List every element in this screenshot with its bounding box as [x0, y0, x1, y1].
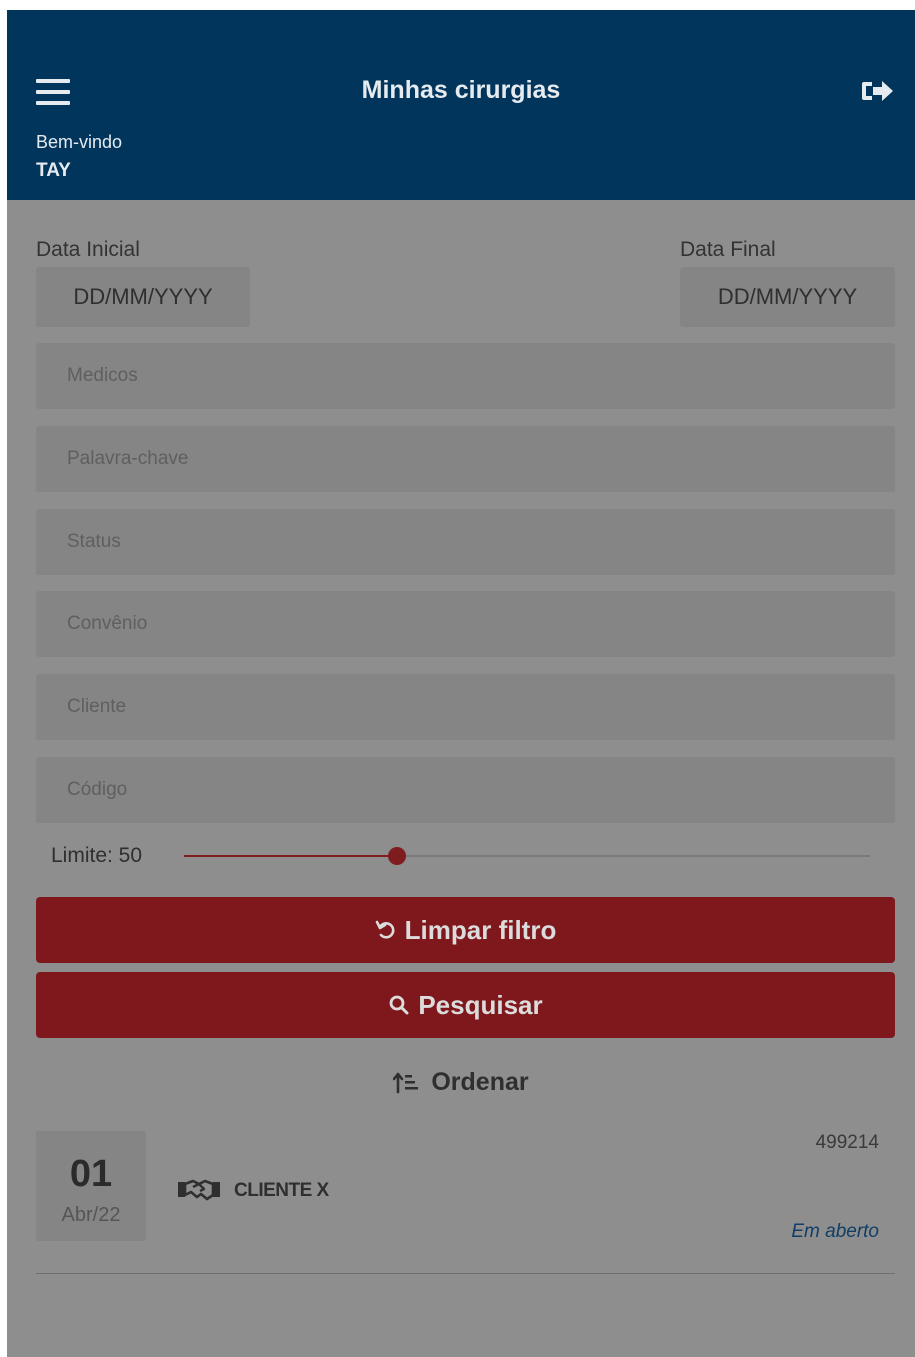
- medicos-input[interactable]: Medicos: [36, 343, 895, 409]
- limit-slider-fill: [184, 855, 397, 857]
- order-button[interactable]: Ordenar: [7, 1068, 915, 1097]
- logout-icon[interactable]: [861, 78, 895, 104]
- handshake-icon: [177, 1178, 221, 1207]
- username: TAY: [36, 160, 71, 181]
- keyword-input[interactable]: Palavra-chave: [36, 426, 895, 492]
- status-select[interactable]: Status: [36, 509, 895, 575]
- date-start-input[interactable]: DD/MM/YYYY: [36, 267, 250, 327]
- date-end-input[interactable]: DD/MM/YYYY: [680, 267, 895, 327]
- search-button[interactable]: Pesquisar: [36, 972, 895, 1038]
- sort-icon: [393, 1072, 419, 1094]
- welcome-text: Bem-vindo: [36, 132, 123, 152]
- app-header: Minhas cirurgias Bem-vindo TAY: [7, 10, 915, 200]
- result-month: Abr/22: [61, 1204, 121, 1226]
- convenio-select[interactable]: Convênio: [36, 591, 895, 657]
- result-divider: [36, 1273, 895, 1274]
- search-label: Pesquisar: [418, 989, 543, 1020]
- limit-slider-thumb[interactable]: [387, 847, 406, 865]
- clear-filter-button[interactable]: Limpar filtro: [36, 897, 895, 963]
- clear-filter-label: Limpar filtro: [404, 914, 557, 945]
- undo-icon: [375, 919, 397, 941]
- result-day: 01: [69, 1153, 113, 1195]
- result-client: CLIENTE X: [234, 1180, 329, 1201]
- date-start-label: Data Inicial: [36, 238, 140, 261]
- cliente-input[interactable]: Cliente: [36, 674, 895, 740]
- date-end-label: Data Final: [680, 238, 776, 261]
- limit-label: Limite: 50: [51, 844, 143, 867]
- limit-slider[interactable]: [184, 847, 870, 865]
- order-label: Ordenar: [431, 1068, 529, 1096]
- result-date-card: 01 Abr/22: [36, 1131, 146, 1241]
- page-title: Minhas cirurgias: [361, 76, 561, 104]
- search-icon: [388, 994, 410, 1016]
- result-status: Em aberto: [791, 1221, 879, 1242]
- app-screen: Minhas cirurgias Bem-vindo TAY Data Inic…: [7, 10, 915, 1357]
- codigo-input[interactable]: Código: [36, 757, 895, 823]
- result-code: 499214: [815, 1132, 879, 1153]
